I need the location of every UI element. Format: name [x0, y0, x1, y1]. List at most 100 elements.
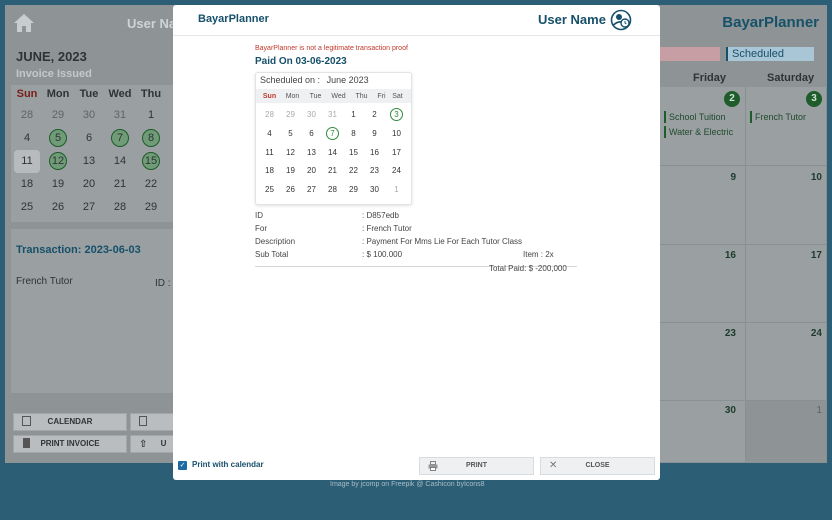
- calendar-day[interactable]: 5: [42, 127, 74, 150]
- calendar-day: 31: [328, 110, 337, 119]
- scheduled-day-marker: 7: [326, 127, 339, 140]
- calendar-day[interactable]: 4: [11, 127, 43, 150]
- calendar-day[interactable]: 28: [11, 104, 43, 127]
- event-chip[interactable]: French Tutor: [750, 111, 806, 123]
- calendar-day: 29: [349, 185, 358, 194]
- calendar-day: 16: [370, 148, 379, 157]
- print-with-calendar-label[interactable]: Print with calendar: [192, 460, 264, 469]
- marked-day: 15: [142, 152, 160, 170]
- description-value: : Payment For Mms Lie For Each Tutor Cla…: [362, 237, 523, 246]
- calendar-day: 4: [267, 129, 272, 138]
- calendar-day: 24: [392, 166, 401, 175]
- calendar-day[interactable]: 20: [73, 173, 105, 196]
- calendar-day[interactable]: 7: [104, 127, 136, 150]
- print-label: PRINT: [466, 462, 487, 469]
- calendar-day: 25: [265, 185, 274, 194]
- invoice-status: Invoice Issued: [16, 68, 92, 80]
- close-label: CLOSE: [585, 462, 610, 469]
- upload-button[interactable]: ⇧ U: [130, 435, 177, 453]
- print-with-calendar-checkbox[interactable]: ✓: [178, 461, 187, 470]
- day-number: 9: [730, 172, 736, 183]
- calendar-day[interactable]: 18: [11, 173, 43, 196]
- calendar-day[interactable]: 29: [42, 104, 74, 127]
- header-username[interactable]: User Na: [127, 16, 176, 31]
- calendar-day[interactable]: 6: [73, 127, 105, 150]
- day-cell[interactable]: 3 French Tutor: [746, 87, 827, 166]
- home-icon[interactable]: [13, 13, 35, 33]
- day-number: 17: [810, 250, 822, 261]
- weekday-sun: Sun: [262, 93, 277, 100]
- print-button[interactable]: PRINT: [419, 457, 534, 475]
- calendar-day[interactable]: 30: [73, 104, 105, 127]
- calendar-day[interactable]: 15: [135, 150, 167, 173]
- calendar-day: 18: [265, 166, 274, 175]
- day-cell[interactable]: 10: [746, 166, 827, 245]
- calendar-day: 5: [288, 129, 293, 138]
- calendar-day[interactable]: 12: [42, 150, 74, 173]
- calendar-day[interactable]: 1: [135, 104, 167, 127]
- calendar-day: 19: [286, 166, 295, 175]
- day-cell[interactable]: 16: [660, 245, 746, 323]
- calendar-day: 23: [370, 166, 379, 175]
- event-chip[interactable]: School Tuition: [664, 111, 726, 123]
- calendar-day-today[interactable]: 11: [14, 150, 40, 173]
- notes-button[interactable]: [130, 413, 177, 431]
- calendar-day[interactable]: 14: [104, 150, 136, 173]
- for-value: : French Tutor: [362, 224, 412, 233]
- calendar-day[interactable]: 19: [42, 173, 74, 196]
- calendar-day: 22: [349, 166, 358, 175]
- day-cell[interactable]: 17: [746, 245, 827, 323]
- day-number: 10: [810, 172, 822, 183]
- day-number: 24: [810, 328, 822, 339]
- calendar-day[interactable]: 26: [42, 196, 74, 219]
- mini-calendar: Sun Mon Tue Wed Thu 28 29 30 31 1 4 5 6 …: [11, 85, 177, 222]
- calendar-day: 1: [351, 110, 356, 119]
- calendar-day[interactable]: 8: [135, 127, 167, 150]
- calendar-day[interactable]: 31: [104, 104, 136, 127]
- day-cell[interactable]: 9: [660, 166, 746, 245]
- calendar-day[interactable]: 25: [11, 196, 43, 219]
- day-cell[interactable]: 1: [746, 401, 827, 463]
- print-invoice-button[interactable]: PRINT INVOICE: [13, 435, 127, 453]
- modal-username[interactable]: User Name: [538, 12, 606, 27]
- calendar-day[interactable]: 28: [104, 196, 136, 219]
- calendar-day: 20: [307, 166, 316, 175]
- weekday-thu: Thu: [355, 93, 368, 100]
- day-cell[interactable]: 2 School Tuition Water & Electric: [660, 87, 746, 166]
- day-cell[interactable]: 24: [746, 323, 827, 401]
- calendar-day: 27: [307, 185, 316, 194]
- event-chip[interactable]: Water & Electric: [664, 126, 733, 138]
- user-clock-icon[interactable]: [610, 9, 632, 31]
- calendar-day[interactable]: 27: [73, 196, 105, 219]
- calendar-day[interactable]: 22: [135, 173, 167, 196]
- header-brand: BayarPlanner: [722, 14, 819, 31]
- calendar-day: 9: [372, 129, 377, 138]
- calendar-day: 13: [307, 148, 316, 157]
- paid-on-date: Paid On 03-06-2023: [255, 56, 347, 67]
- calendar-day: 12: [286, 148, 295, 157]
- close-button[interactable]: ✕ CLOSE: [540, 457, 655, 475]
- day-number: 2: [724, 91, 740, 107]
- calendar-day: 14: [328, 148, 337, 157]
- calendar-day[interactable]: 21: [104, 173, 136, 196]
- day-number: 23: [724, 328, 736, 339]
- calendar-button-label: CALENDAR: [47, 417, 93, 426]
- print-invoice-label: PRINT INVOICE: [40, 439, 100, 448]
- day-cell[interactable]: 30: [660, 401, 746, 463]
- calendar-day: 6: [309, 129, 314, 138]
- weekday-header: Thu: [140, 88, 162, 100]
- day-number: 30: [724, 405, 736, 416]
- calendar-day[interactable]: 29: [135, 196, 167, 219]
- calendar-day[interactable]: 13: [73, 150, 105, 173]
- calendar-day: 2: [372, 110, 377, 119]
- weekday-header: Sun: [16, 88, 38, 100]
- for-label: For: [255, 224, 267, 233]
- day-cell[interactable]: 23: [660, 323, 746, 401]
- calendar-day: 11: [265, 148, 274, 157]
- marked-day: 12: [49, 152, 67, 170]
- calendar-button[interactable]: CALENDAR: [13, 413, 127, 431]
- id-value: : D857edb: [362, 211, 399, 220]
- calendar-label: Scheduled on :: [260, 75, 321, 85]
- status-chip-pink: [660, 47, 720, 61]
- calendar-day: 8: [351, 129, 356, 138]
